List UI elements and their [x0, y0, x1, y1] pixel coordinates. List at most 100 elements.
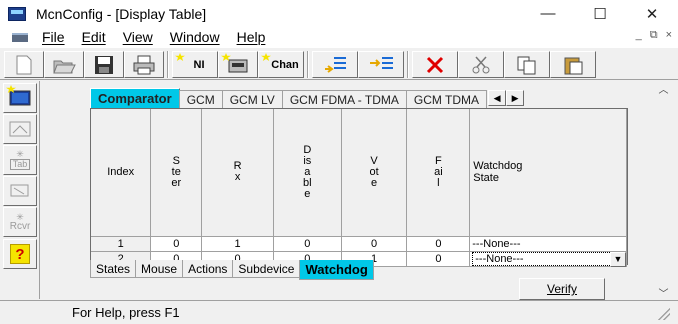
- delete-button[interactable]: [412, 51, 458, 78]
- tab-comparator[interactable]: Comparator: [90, 88, 180, 108]
- new-rcvr-button[interactable]: ✳ Rcvr: [3, 207, 37, 237]
- save-button[interactable]: [84, 51, 124, 78]
- display-table-panel: Comparator GCM GCM LV GCM FDMA - TDMA GC…: [41, 81, 671, 300]
- append-row-button[interactable]: [358, 51, 404, 78]
- fail-cell[interactable]: 0: [406, 236, 471, 252]
- data-grid: Index Steer Rx Disable Vote Fail Watchdo…: [90, 108, 628, 267]
- insert-row-button[interactable]: [312, 51, 358, 78]
- tab-subdevice[interactable]: Subdevice: [232, 260, 301, 278]
- vote-cell[interactable]: 0: [341, 236, 408, 252]
- rcvr-label: Rcvr: [9, 221, 31, 232]
- col-header-steer[interactable]: Steer: [150, 109, 203, 237]
- title-bar: McnConfig - [Display Table] — ☐ ✕: [0, 0, 678, 27]
- insert-row-icon: [325, 56, 346, 73]
- new-table-button[interactable]: [3, 83, 37, 113]
- window-title: McnConfig - [Display Table]: [36, 5, 207, 22]
- ni-label: NI: [193, 58, 205, 71]
- watchdog-dropdown-cell[interactable]: ---None--- ▼: [469, 251, 627, 267]
- tab-mouse[interactable]: Mouse: [135, 260, 184, 278]
- dropdown-arrow-icon[interactable]: ▼: [610, 251, 626, 267]
- row-index-cell[interactable]: 1: [91, 236, 152, 252]
- grid-header-row: Index Steer Rx Disable Vote Fail Watchdo…: [91, 109, 627, 237]
- menu-view[interactable]: View: [123, 29, 153, 45]
- new-file-icon: [16, 55, 32, 74]
- close-button[interactable]: ✕: [626, 0, 678, 27]
- tab-states[interactable]: States: [90, 260, 137, 278]
- tab-scroll-right-icon[interactable]: ▶: [506, 90, 525, 106]
- screen-disabled-icon: [9, 121, 31, 137]
- col-header-watchdog-state[interactable]: Watchdog State: [469, 109, 627, 237]
- tab-gcm-tdma[interactable]: GCM TDMA: [405, 90, 488, 108]
- menu-bar: File Edit View Window Help _ ⧉ ×: [0, 27, 678, 47]
- menu-file[interactable]: File: [42, 29, 65, 45]
- new-star-icon: [261, 53, 271, 61]
- printer-icon: [133, 55, 155, 74]
- maximize-button[interactable]: ☐: [574, 0, 626, 27]
- vertical-toolbar: ✳ Tab ✳ Rcvr ?: [0, 81, 40, 299]
- bottom-tab-strip: States Mouse Actions Subdevice Watchdog: [90, 260, 374, 280]
- col-header-index[interactable]: Index: [91, 109, 152, 237]
- tab-gcm-fdma-tdma[interactable]: GCM FDMA - TDMA: [281, 90, 407, 108]
- resize-grip-icon[interactable]: [658, 308, 670, 320]
- watchdog-state-select[interactable]: ---None--- ▼: [472, 251, 626, 267]
- scroll-up-icon[interactable]: ︿: [656, 81, 671, 96]
- table-row[interactable]: 1 0 1 0 0 0 ---None---: [91, 236, 627, 252]
- new-ni-button[interactable]: NI: [172, 51, 218, 78]
- tab-icon: ✳: [16, 149, 24, 159]
- open-folder-icon: [53, 60, 76, 73]
- watchdog-cell[interactable]: ---None---: [469, 236, 627, 252]
- print-button[interactable]: [124, 51, 164, 78]
- new-device-button[interactable]: [218, 51, 258, 78]
- tab-label: Tab: [9, 159, 31, 170]
- help-button[interactable]: ?: [3, 239, 37, 269]
- verify-button[interactable]: Verify: [519, 278, 605, 300]
- new-chan-button[interactable]: Chan: [258, 51, 304, 78]
- device-disabled-icon: [10, 184, 29, 197]
- status-text: For Help, press F1: [72, 305, 180, 320]
- col-header-vote[interactable]: Vote: [341, 109, 408, 237]
- app-icon[interactable]: [8, 6, 26, 21]
- new-tab-button[interactable]: ✳ Tab: [3, 145, 37, 175]
- menu-window[interactable]: Window: [170, 29, 220, 45]
- minimize-button[interactable]: —: [522, 0, 574, 27]
- scroll-down-icon[interactable]: ﹀: [656, 285, 671, 300]
- copy-button[interactable]: [504, 51, 550, 78]
- watchdog-selected-value: ---None---: [475, 252, 524, 265]
- paste-button[interactable]: [550, 51, 596, 78]
- tab-gcm[interactable]: GCM: [178, 90, 223, 108]
- device-icon: [228, 59, 248, 72]
- save-icon: [95, 55, 113, 74]
- delete-x-icon: [426, 56, 444, 73]
- tab-watchdog[interactable]: Watchdog: [299, 260, 374, 280]
- new-file-button[interactable]: [4, 51, 44, 78]
- toolbar: NI Chan: [0, 47, 678, 80]
- tab-gcm-lv[interactable]: GCM LV: [221, 90, 283, 108]
- paste-icon: [564, 57, 583, 74]
- open-folder-button[interactable]: [44, 51, 84, 78]
- copy-icon: [517, 56, 536, 74]
- rx-cell[interactable]: 1: [201, 236, 274, 252]
- menu-edit[interactable]: Edit: [82, 29, 106, 45]
- col-header-disable[interactable]: Disable: [273, 109, 342, 237]
- vertical-scrollbar[interactable]: ︿ ﹀: [656, 81, 671, 300]
- fail-cell[interactable]: 0: [406, 251, 471, 267]
- mdi-close-button[interactable]: ×: [666, 29, 672, 42]
- scissors-icon: [472, 55, 490, 73]
- col-header-rx[interactable]: Rx: [201, 109, 274, 237]
- status-bar: For Help, press F1: [0, 300, 678, 324]
- question-mark-icon: ?: [10, 244, 30, 264]
- steer-cell[interactable]: 0: [150, 236, 203, 252]
- mdi-minimize-button[interactable]: _: [636, 29, 642, 42]
- append-row-icon: [370, 56, 393, 69]
- screen-button-disabled[interactable]: [3, 114, 37, 144]
- disable-cell[interactable]: 0: [273, 236, 342, 252]
- new-star-icon: [175, 53, 185, 61]
- new-device-disabled-button[interactable]: [3, 176, 37, 206]
- mdi-system-menu-icon[interactable]: [12, 32, 28, 42]
- col-header-fail[interactable]: Fail: [406, 109, 471, 237]
- menu-help[interactable]: Help: [237, 29, 266, 45]
- cut-button[interactable]: [458, 51, 504, 78]
- tab-actions[interactable]: Actions: [182, 260, 234, 278]
- mdi-restore-button[interactable]: ⧉: [650, 29, 658, 42]
- tab-scroll-left-icon[interactable]: ◀: [488, 90, 507, 106]
